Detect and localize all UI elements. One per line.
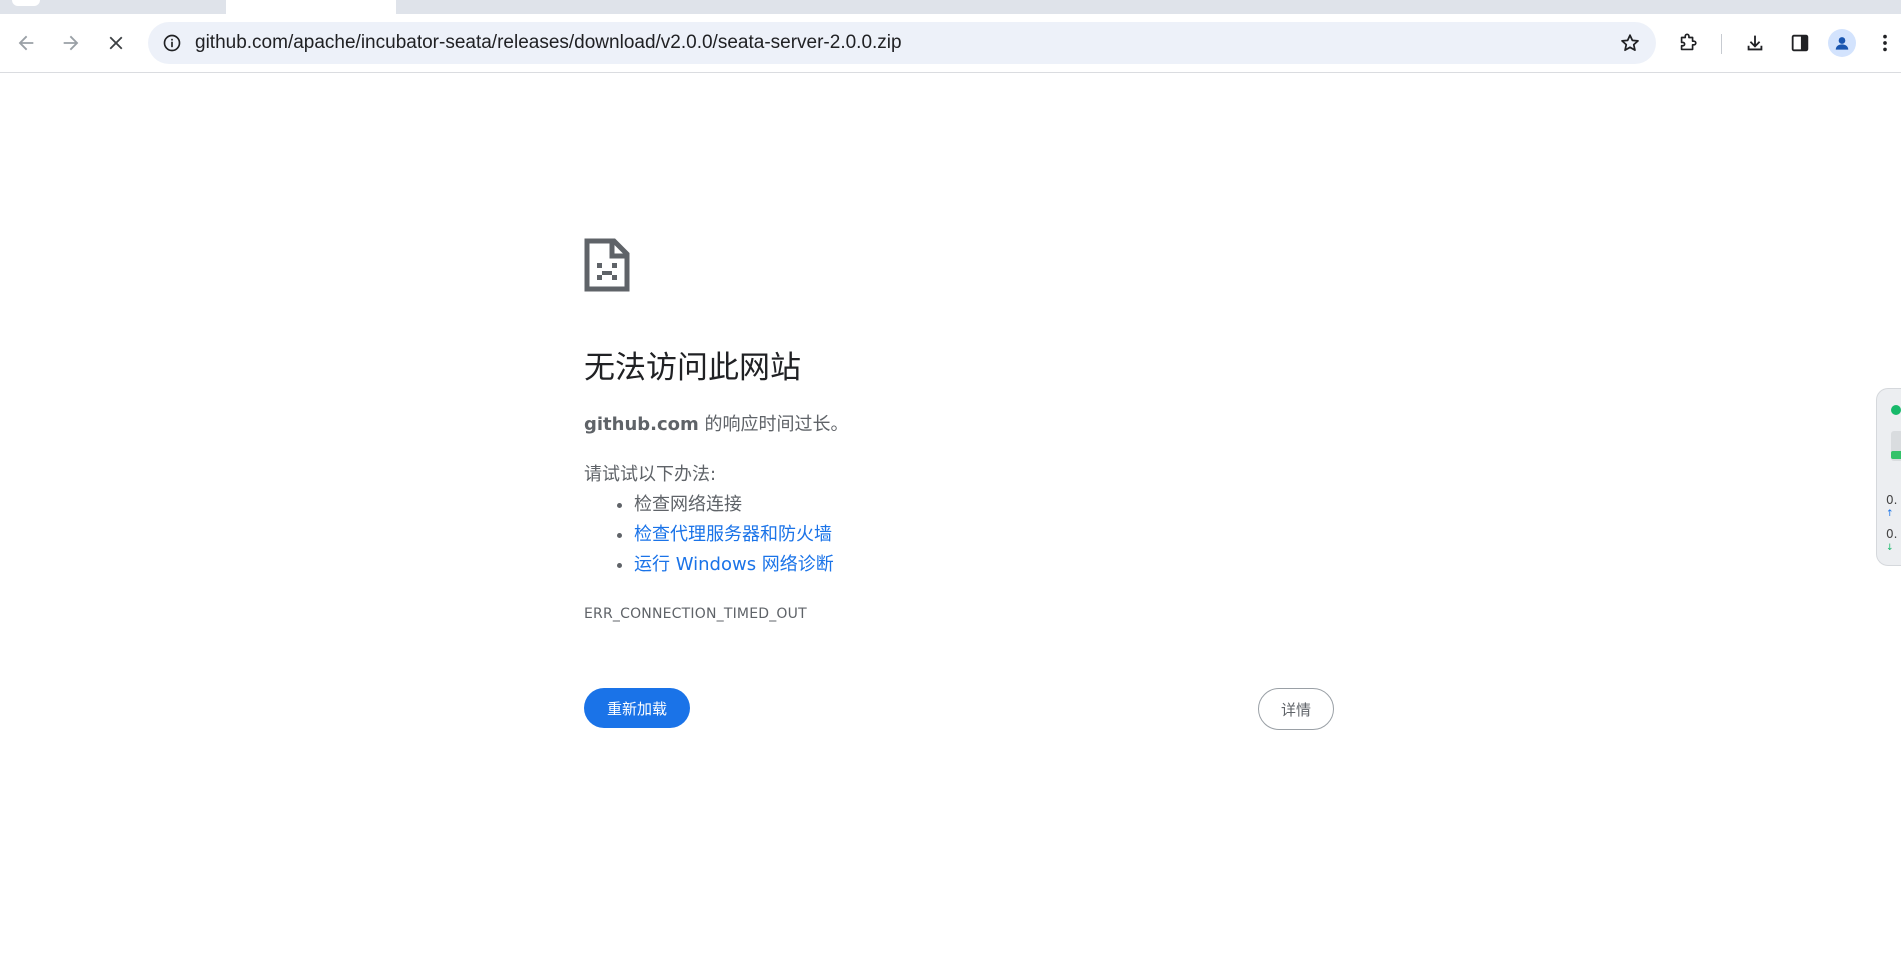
network-diagnostics-link[interactable]: 运行 Windows 网络诊断 <box>634 554 834 575</box>
browser-toolbar: github.com/apache/incubator-seata/releas… <box>0 14 1901 73</box>
suggestion-check-proxy: 检查代理服务器和防火墙 <box>634 520 1334 550</box>
upload-speed: 0. <box>1886 493 1898 507</box>
error-title: 无法访问此网站 <box>584 350 801 386</box>
suggestion-list: 检查网络连接 检查代理服务器和防火墙 运行 Windows 网络诊断 <box>584 490 1334 580</box>
tab-strip <box>0 0 1901 14</box>
usage-bar <box>1891 431 1901 461</box>
side-panel-button[interactable] <box>1782 25 1818 61</box>
address-bar[interactable]: github.com/apache/incubator-seata/releas… <box>148 22 1656 64</box>
star-icon <box>1621 34 1639 52</box>
back-button[interactable] <box>8 25 44 61</box>
puzzle-icon <box>1680 33 1697 51</box>
arrow-left-icon <box>18 35 34 51</box>
sad-page-icon <box>584 238 630 292</box>
error-content: 无法访问此网站 github.com 的响应时间过长。 请试试以下办法: 检查网… <box>584 238 1334 622</box>
suggestion-run-diagnostics: 运行 Windows 网络诊断 <box>634 550 1334 580</box>
download-arrow-icon: ↓ <box>1886 543 1894 553</box>
status-dot <box>1891 405 1901 415</box>
suggestion-check-network: 检查网络连接 <box>634 490 1334 520</box>
toolbar-divider <box>1721 34 1722 54</box>
tab-active[interactable] <box>226 0 396 14</box>
try-heading: 请试试以下办法: <box>584 464 717 485</box>
tab-favicon <box>12 0 40 6</box>
error-host: github.com <box>584 414 699 435</box>
suggestion-text: 检查网络连接 <box>634 494 742 515</box>
info-icon <box>163 34 181 52</box>
arrow-right-icon <box>63 35 79 51</box>
error-description-suffix: 的响应时间过长。 <box>698 414 849 435</box>
reload-button[interactable]: 重新加载 <box>584 688 690 728</box>
download-speed: 0. <box>1886 527 1898 541</box>
upload-arrow-icon: ↑ <box>1886 509 1894 519</box>
error-description: github.com 的响应时间过长。 <box>584 410 1334 436</box>
person-icon <box>1835 37 1849 50</box>
kebab-menu-icon <box>1883 34 1887 52</box>
bookmark-button[interactable] <box>1616 29 1644 57</box>
network-speed-widget[interactable]: 0. ↑ 0. ↓ <box>1876 388 1901 566</box>
downloads-button[interactable] <box>1737 25 1773 61</box>
site-info-button[interactable] <box>158 29 186 57</box>
close-icon <box>109 36 123 50</box>
tab-background[interactable] <box>0 0 226 14</box>
forward-button[interactable] <box>53 25 89 61</box>
check-proxy-link[interactable]: 检查代理服务器和防火墙 <box>634 524 832 545</box>
menu-button[interactable] <box>1870 25 1900 61</box>
details-button[interactable]: 详情 <box>1258 688 1334 730</box>
profile-button[interactable] <box>1828 29 1856 57</box>
download-icon <box>1747 35 1763 51</box>
url-text[interactable]: github.com/apache/incubator-seata/releas… <box>195 22 902 64</box>
stop-loading-button[interactable] <box>98 25 134 61</box>
extensions-button[interactable] <box>1670 25 1706 61</box>
error-code: ERR_CONNECTION_TIMED_OUT <box>584 606 807 622</box>
side-panel-icon <box>1791 34 1809 52</box>
